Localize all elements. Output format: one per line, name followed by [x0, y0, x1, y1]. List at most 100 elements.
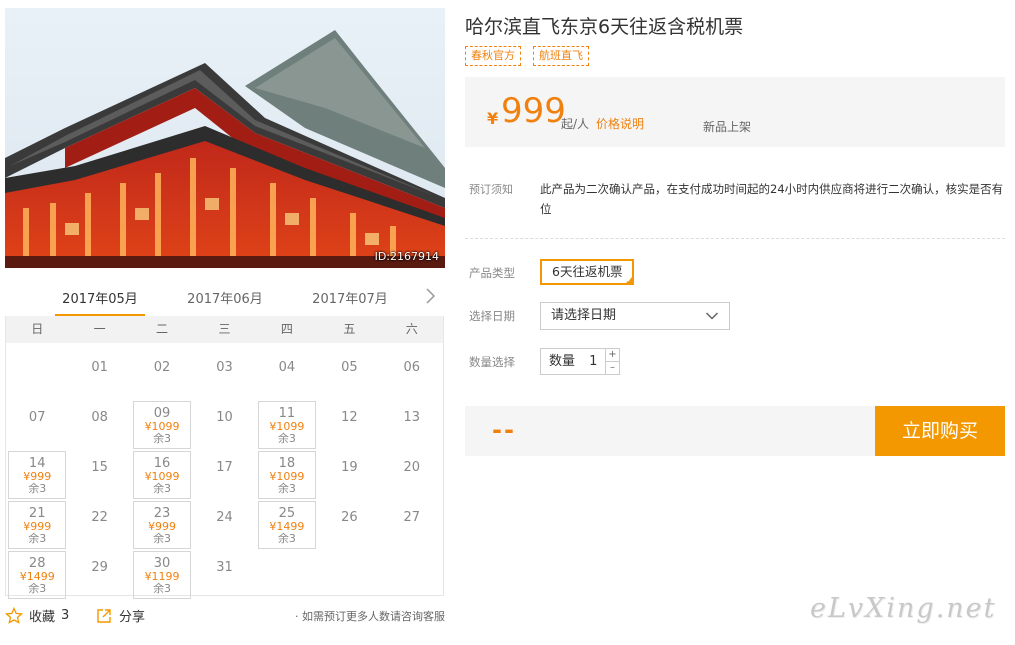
date-label: 选择日期: [469, 309, 515, 323]
day-number: 12: [341, 410, 358, 425]
next-month-button[interactable]: [423, 286, 439, 306]
calendar-day[interactable]: 09 ¥1099 余3: [133, 401, 192, 449]
star-icon: [5, 606, 23, 624]
day-number: 22: [91, 510, 108, 525]
watermark-logo: eLvXing.net: [810, 593, 997, 624]
day-number: 17: [216, 460, 233, 475]
day-number: 31: [216, 560, 233, 575]
day-number: 23: [153, 506, 171, 521]
chevron-right-icon: [426, 288, 436, 304]
day-number: 20: [403, 460, 421, 475]
favorite-button[interactable]: 收藏 3: [5, 606, 69, 625]
calendar-day[interactable]: 18 ¥1099 余3: [257, 451, 316, 499]
price-box: ¥ 999 起/人 价格说明 新品上架: [465, 77, 1005, 147]
quantity-decrease-button[interactable]: –: [605, 362, 619, 374]
day-number: 29: [91, 560, 108, 575]
day-number: 01: [91, 360, 108, 375]
day-stock: 余3: [28, 482, 47, 495]
calendar-day[interactable]: 11 ¥1099 余3: [257, 401, 316, 449]
chevron-down-icon: [705, 312, 719, 320]
calendar-day[interactable]: 14 ¥999 余3: [8, 451, 67, 499]
day-stock: 余3: [153, 532, 172, 545]
date-select-placeholder: 请选择日期: [551, 308, 617, 323]
product-title: 哈尔滨直飞东京6天往返含税机票: [465, 16, 744, 38]
calendar-day: 29: [71, 551, 129, 599]
buy-now-button[interactable]: 立即购买: [875, 406, 1005, 456]
day-number: 08: [91, 410, 108, 425]
calendar-day: 01: [71, 351, 129, 399]
tab-month-may[interactable]: 2017年05月: [55, 288, 145, 317]
calendar-day: 08: [71, 401, 129, 449]
day-stock: 余3: [153, 432, 172, 445]
tab-month-june[interactable]: 2017年06月: [180, 288, 270, 316]
notice-text: 此产品为二次确认产品，在支付成功时间起的24小时内供应商将进行二次确认，核实是否…: [540, 182, 1004, 216]
calendar-day: 24: [196, 501, 254, 549]
weekday-label: 二: [156, 322, 169, 336]
price-calendar: 日 一 二 三 四 五 六 01 02 03 04 05 06 07 08 09 ¥1099 余3 1…: [5, 316, 444, 599]
bottom-actions: 收藏 3 分享 · 如需预订更多人数请咨询客服: [5, 606, 445, 630]
price-currency: ¥: [487, 109, 499, 128]
day-stock: 余3: [277, 532, 296, 545]
day-stock: 余3: [153, 482, 172, 495]
weekday-label: 四: [280, 322, 293, 336]
day-number: 04: [278, 360, 296, 375]
price-note-link[interactable]: 价格说明: [596, 115, 644, 132]
day-number: 21: [28, 506, 46, 521]
calendar-day: 06: [383, 351, 441, 399]
day-stock: 余3: [28, 532, 47, 545]
calendar-day: 27: [383, 501, 441, 549]
contact-note: · 如需预订更多人数请咨询客服: [295, 610, 445, 623]
calendar-day: 10: [196, 401, 254, 449]
quantity-label: 数量选择: [469, 355, 515, 369]
calendar-day: 04: [258, 351, 316, 399]
calendar-day[interactable]: 23 ¥999 余3: [133, 501, 192, 549]
weekday-label: 三: [218, 322, 231, 336]
weekday-label: 一: [93, 322, 106, 336]
calendar-day: 05: [320, 351, 378, 399]
quantity-prefix: 数量: [549, 354, 576, 369]
weekday-label: 五: [343, 322, 356, 336]
day-stock: 余3: [277, 432, 296, 445]
calendar-day[interactable]: 21 ¥999 余3: [8, 501, 67, 549]
calendar-day[interactable]: 28 ¥1499 余3: [8, 551, 67, 599]
day-number: 30: [153, 556, 171, 571]
calendar-day[interactable]: 30 ¥1199 余3: [133, 551, 192, 599]
calendar-day: 19: [320, 451, 378, 499]
tab-month-july[interactable]: 2017年07月: [305, 288, 395, 316]
calendar-day[interactable]: 25 ¥1499 余3: [257, 501, 316, 549]
share-button[interactable]: 分享: [95, 606, 145, 625]
day-stock: 余3: [277, 482, 296, 495]
day-number: 25: [278, 506, 296, 521]
day-number: 03: [216, 360, 233, 375]
calendar-day[interactable]: 16 ¥1099 余3: [133, 451, 192, 499]
day-number: 24: [216, 510, 233, 525]
month-tabs: 2017年05月 2017年06月 2017年07月: [5, 280, 445, 317]
calendar-day: 15: [71, 451, 129, 499]
day-stock: 余3: [28, 582, 47, 595]
calendar-day: 12: [320, 401, 378, 449]
day-number: 10: [216, 410, 233, 425]
weekday-header: 日 一 二 三 四 五 六: [6, 316, 443, 343]
date-select[interactable]: 请选择日期: [540, 302, 730, 330]
calendar-day: 26: [320, 501, 378, 549]
price-unit: 起/人: [561, 117, 590, 131]
divider: [465, 238, 1005, 239]
quantity-stepper: 数量 1 + –: [540, 348, 620, 375]
quantity-input[interactable]: 1: [589, 354, 597, 369]
calendar-day: 07: [8, 401, 66, 449]
day-number: 27: [403, 510, 421, 525]
day-number: 13: [403, 410, 421, 425]
calendar-day: 31: [196, 551, 254, 599]
calendar-day: 20: [383, 451, 441, 499]
favorite-label: 收藏: [29, 610, 56, 625]
day-number: 19: [341, 460, 358, 475]
weekday-label: 日: [31, 322, 44, 336]
quantity-increase-button[interactable]: +: [605, 349, 619, 362]
day-number: 16: [153, 456, 171, 471]
calendar-day: 03: [196, 351, 254, 399]
day-number: 26: [341, 510, 358, 525]
tag-direct-flight: 航班直飞: [533, 46, 589, 66]
product-photo: ID:2167914: [5, 8, 445, 268]
share-label: 分享: [119, 610, 146, 625]
product-type-option[interactable]: 6天往返机票 ✓: [540, 259, 635, 285]
